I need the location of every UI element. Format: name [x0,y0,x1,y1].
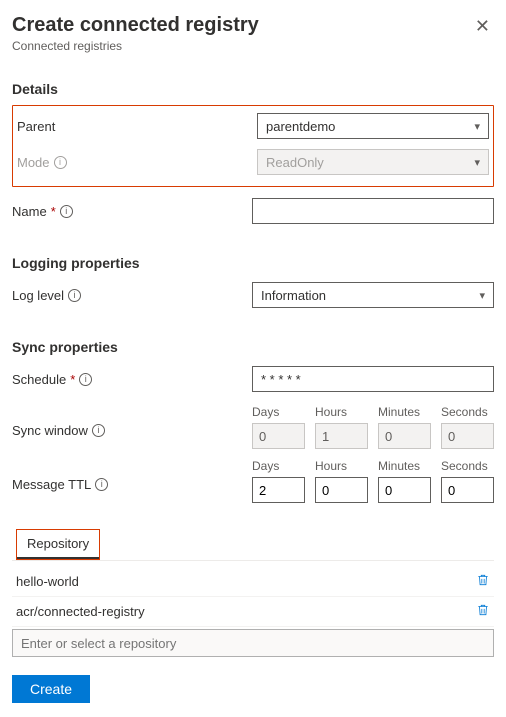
label-parent: Parent [17,119,55,134]
section-logging: Logging properties [12,255,494,271]
details-highlight: Parent parentdemo ▾ Mode i ReadOnly ▾ [12,105,494,187]
delete-icon[interactable] [476,573,490,590]
hdr-hours: Hours [315,405,368,419]
messagettl-days[interactable] [252,477,305,503]
close-icon[interactable]: ✕ [471,14,494,39]
hdr-seconds: Seconds [441,405,494,419]
name-input[interactable] [252,198,494,224]
chevron-down-icon: ▾ [479,289,485,302]
messagettl-minutes[interactable] [378,477,431,503]
info-icon[interactable]: i [79,373,92,386]
required-marker: * [70,372,75,387]
info-icon[interactable]: i [92,424,105,437]
required-marker: * [51,204,56,219]
messagettl-seconds[interactable] [441,477,494,503]
loglevel-select[interactable]: Information ▾ [252,282,494,308]
syncwindow-days [252,423,305,449]
repository-list: hello-world acr/connected-registry [12,567,494,657]
hdr-days: Days [252,459,305,473]
label-syncwindow: Sync window [12,423,88,438]
hdr-minutes: Minutes [378,405,431,419]
chevron-down-icon: ▾ [474,120,480,133]
label-loglevel: Log level [12,288,64,303]
hdr-minutes: Minutes [378,459,431,473]
repo-row: acr/connected-registry [12,597,494,627]
repo-row: hello-world [12,567,494,597]
info-icon[interactable]: i [68,289,81,302]
label-schedule: Schedule [12,372,66,387]
messagettl-hours[interactable] [315,477,368,503]
page-title: Create connected registry [12,14,259,37]
mode-select: ReadOnly ▾ [257,149,489,175]
info-icon[interactable]: i [54,156,67,169]
label-messagettl: Message TTL [12,477,91,492]
hdr-days: Days [252,405,305,419]
info-icon[interactable]: i [95,478,108,491]
schedule-input[interactable] [252,366,494,392]
info-icon[interactable]: i [60,205,73,218]
page-subtitle: Connected registries [12,39,259,53]
mode-value: ReadOnly [266,155,324,170]
syncwindow-grid: Days Hours Minutes Seconds [252,405,494,449]
chevron-down-icon: ▾ [474,156,480,169]
tab-highlight: Repository [16,529,100,560]
tab-repository[interactable]: Repository [17,530,99,559]
section-sync: Sync properties [12,339,494,355]
syncwindow-hours [315,423,368,449]
loglevel-value: Information [261,288,326,303]
syncwindow-seconds [441,423,494,449]
syncwindow-minutes [378,423,431,449]
hdr-seconds: Seconds [441,459,494,473]
parent-select[interactable]: parentdemo ▾ [257,113,489,139]
messagettl-grid: Days Hours Minutes Seconds [252,459,494,503]
repo-name: acr/connected-registry [16,604,145,619]
section-details: Details [12,81,494,97]
hdr-hours: Hours [315,459,368,473]
repo-input[interactable] [12,629,494,657]
parent-value: parentdemo [266,119,335,134]
repo-name: hello-world [16,574,79,589]
label-name: Name [12,204,47,219]
label-mode: Mode [17,155,50,170]
delete-icon[interactable] [476,603,490,620]
create-button[interactable]: Create [12,675,90,703]
